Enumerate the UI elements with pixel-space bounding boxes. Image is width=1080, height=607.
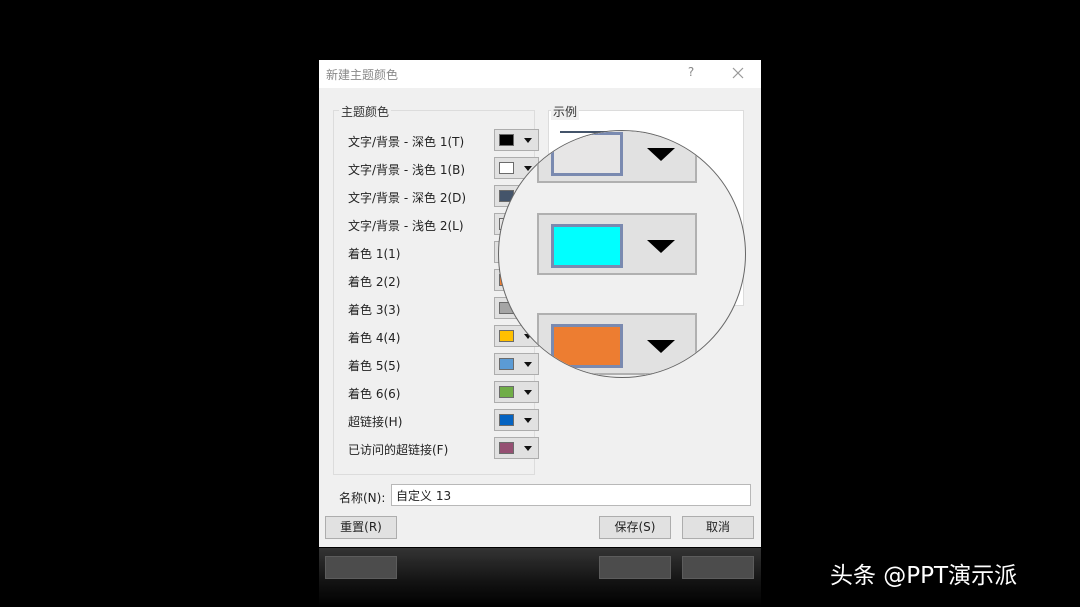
magnifier-lens — [498, 130, 746, 378]
dropdown-arrow-icon — [524, 362, 532, 367]
reflection-save — [599, 556, 671, 579]
cancel-button[interactable]: 取消 — [682, 516, 754, 539]
name-input[interactable] — [391, 484, 751, 506]
theme-color-label: 文字/背景 - 深色 2(D) — [348, 191, 467, 205]
theme-color-row: 文字/背景 - 浅色 1(B) — [341, 156, 539, 180]
magnified-color-accent2 — [551, 324, 623, 368]
magnified-swatch-accent1 — [537, 213, 697, 275]
magnified-color-light2 — [551, 132, 623, 176]
magnified-dropdown-arrow-icon — [647, 148, 675, 161]
theme-color-label: 着色 5(5) — [348, 359, 401, 373]
theme-color-row: 着色 5(5) — [341, 352, 539, 376]
theme-color-row: 文字/背景 - 深色 1(T) — [341, 128, 539, 152]
dialog-title: 新建主题颜色 — [326, 68, 399, 82]
theme-colors-group-label: 主题颜色 — [339, 103, 392, 120]
dropdown-arrow-icon — [524, 390, 532, 395]
theme-color-row: 着色 4(4) — [341, 324, 539, 348]
theme-color-label: 着色 4(4) — [348, 331, 401, 345]
theme-color-row: 文字/背景 - 浅色 2(L) — [341, 212, 539, 236]
color-swatch — [499, 386, 514, 398]
reflection-reset — [325, 556, 397, 579]
theme-color-label: 文字/背景 - 浅色 1(B) — [348, 163, 466, 177]
close-button[interactable] — [730, 63, 746, 81]
theme-color-row: 着色 2(2) — [341, 268, 539, 292]
reset-button[interactable]: 重置(R) — [325, 516, 397, 539]
theme-color-row: 着色 1(1) — [341, 240, 539, 264]
color-picker-button[interactable] — [494, 381, 539, 403]
theme-color-label: 着色 2(2) — [348, 275, 401, 289]
theme-color-row: 超链接(H) — [341, 408, 539, 432]
color-swatch — [499, 134, 514, 146]
save-button[interactable]: 保存(S) — [599, 516, 671, 539]
theme-color-label: 着色 3(3) — [348, 303, 401, 317]
dropdown-arrow-icon — [524, 418, 532, 423]
theme-color-row: 文字/背景 - 深色 2(D) — [341, 184, 539, 208]
dropdown-arrow-icon — [524, 138, 532, 143]
theme-color-row: 着色 3(3) — [341, 296, 539, 320]
theme-color-label: 文字/背景 - 深色 1(T) — [348, 135, 465, 149]
preview-group-label: 示例 — [551, 103, 580, 120]
reflection-cancel — [682, 556, 754, 579]
theme-color-label: 文字/背景 - 浅色 2(L) — [348, 219, 464, 233]
theme-color-label: 着色 6(6) — [348, 387, 401, 401]
color-picker-button[interactable] — [494, 409, 539, 431]
magnified-color-accent1 — [551, 224, 623, 268]
color-swatch — [499, 330, 514, 342]
magnified-swatch-accent2 — [537, 313, 697, 375]
color-picker-button[interactable] — [494, 437, 539, 459]
theme-color-row: 着色 6(6) — [341, 380, 539, 404]
theme-color-label: 超链接(H) — [348, 415, 403, 429]
theme-color-label: 着色 1(1) — [348, 247, 401, 261]
magnified-dropdown-arrow-icon — [647, 240, 675, 253]
dialog-reflection — [319, 548, 761, 607]
theme-color-row: 已访问的超链接(F) — [341, 436, 539, 460]
color-picker-button[interactable] — [494, 129, 539, 151]
color-swatch — [499, 442, 514, 454]
close-icon — [732, 67, 744, 79]
magnified-swatch-light2 — [537, 131, 697, 183]
magnified-dropdown-arrow-icon — [647, 340, 675, 353]
color-swatch — [499, 162, 514, 174]
color-picker-button[interactable] — [494, 353, 539, 375]
watermark: 头条 @PPT演示派 — [830, 563, 1018, 589]
title-bar: 新建主题颜色 ? — [319, 60, 761, 88]
color-swatch — [499, 414, 514, 426]
dropdown-arrow-icon — [524, 446, 532, 451]
theme-color-label: 已访问的超链接(F) — [348, 443, 449, 457]
help-button[interactable]: ? — [685, 65, 697, 79]
name-label: 名称(N): — [339, 491, 386, 505]
color-swatch — [499, 358, 514, 370]
